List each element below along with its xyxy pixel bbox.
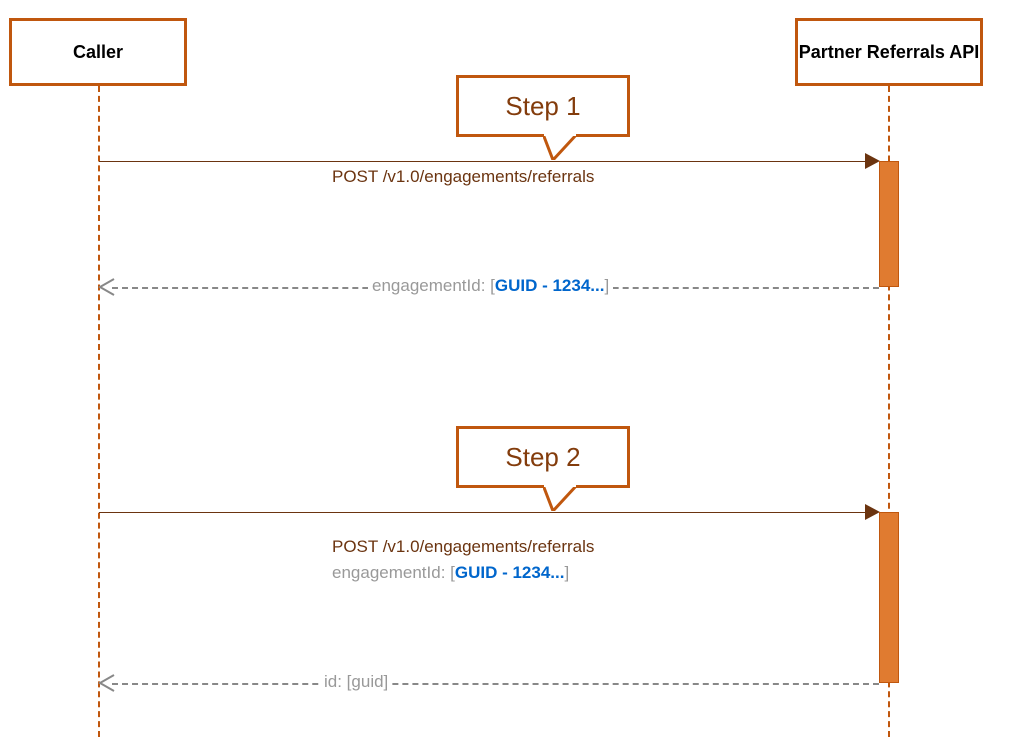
callout-step1-label: Step 1 bbox=[505, 91, 580, 122]
arrowhead-open-icon bbox=[98, 278, 116, 296]
msg-step1-return-label: engagementId: [GUID - 1234...] bbox=[368, 276, 613, 296]
actor-api-label: Partner Referrals API bbox=[799, 42, 979, 63]
msg-step2-return-label: id: [guid] bbox=[320, 672, 392, 692]
msg-step2-return bbox=[112, 683, 879, 685]
activation-step1 bbox=[879, 161, 899, 287]
callout-tail-icon bbox=[543, 134, 581, 160]
arrowhead-icon bbox=[865, 153, 880, 169]
callout-tail-icon bbox=[543, 485, 581, 511]
msg-step1-request-label: POST /v1.0/engagements/referrals bbox=[332, 167, 594, 187]
actor-caller-label: Caller bbox=[73, 42, 123, 63]
actor-api: Partner Referrals API bbox=[795, 18, 983, 86]
arrowhead-icon bbox=[865, 504, 880, 520]
arrowhead-open-icon bbox=[98, 674, 116, 692]
msg-step1-request bbox=[99, 161, 868, 162]
actor-caller: Caller bbox=[9, 18, 187, 86]
sequence-diagram: Caller Partner Referrals API Step 1 POST… bbox=[0, 0, 1032, 737]
msg-step2-request-label: POST /v1.0/engagements/referrals engagem… bbox=[332, 534, 594, 585]
callout-step2: Step 2 bbox=[456, 426, 630, 488]
callout-step2-label: Step 2 bbox=[505, 442, 580, 473]
activation-step2 bbox=[879, 512, 899, 683]
callout-step1: Step 1 bbox=[456, 75, 630, 137]
msg-step2-request bbox=[99, 512, 868, 513]
lifeline-caller bbox=[98, 86, 100, 737]
